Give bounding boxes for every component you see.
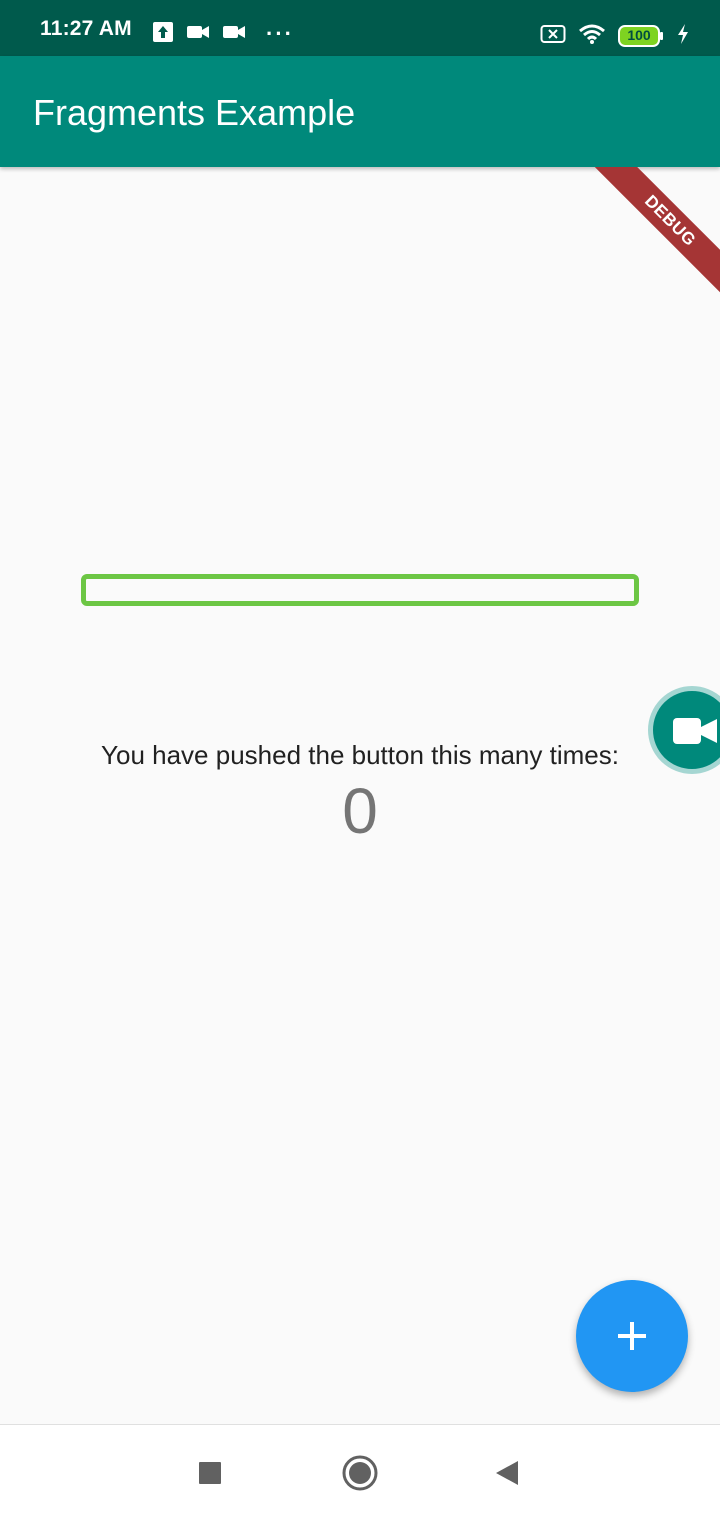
status-right-icons: 100 (540, 22, 690, 50)
charging-icon (676, 23, 690, 50)
home-icon (342, 1455, 378, 1491)
video-camera-icon (222, 23, 246, 46)
home-button[interactable] (340, 1453, 380, 1493)
debug-label: DEBUG (588, 167, 720, 303)
status-bar: 11:27 AM ··· 100 (0, 0, 720, 56)
status-left-icons: ··· (152, 21, 294, 48)
back-button[interactable] (487, 1453, 527, 1493)
no-sim-icon (540, 24, 566, 49)
plus-icon (618, 1322, 646, 1350)
back-icon (496, 1461, 518, 1485)
counter-value: 0 (342, 775, 378, 847)
counter-label: You have pushed the button this many tim… (101, 740, 619, 770)
page-title: Fragments Example (33, 92, 356, 133)
recents-icon (199, 1462, 221, 1484)
more-icon: ··· (266, 21, 294, 46)
status-time: 11:27 AM (40, 17, 132, 40)
app-bar: Fragments Example (0, 56, 720, 167)
battery-icon: 100 (618, 25, 664, 47)
video-camera-icon (186, 23, 210, 46)
recents-button[interactable] (190, 1453, 230, 1493)
wifi-icon (578, 23, 606, 50)
progress-bar (81, 574, 639, 606)
navigation-bar (0, 1424, 720, 1521)
increment-button[interactable] (576, 1280, 688, 1392)
battery-level: 100 (627, 27, 651, 43)
debug-banner: DEBUG (580, 167, 720, 307)
upload-icon (152, 21, 174, 48)
video-camera-icon (673, 718, 717, 744)
